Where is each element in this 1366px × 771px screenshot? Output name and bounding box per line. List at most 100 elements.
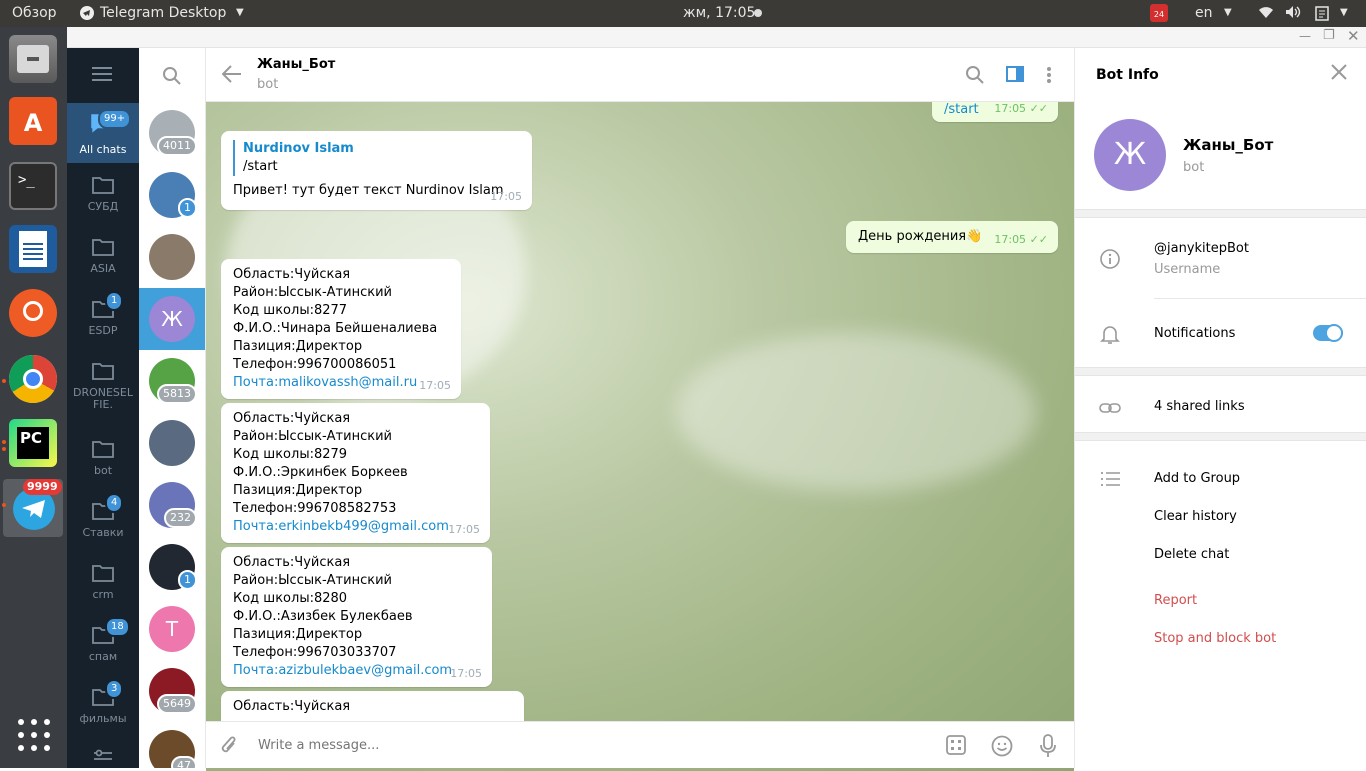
incoming-message[interactable]: Область:Чуйская Район:Ыссык-Атинский Код ш… [221, 403, 490, 543]
chevron-down-icon: ▼ [1340, 7, 1348, 18]
telegram-icon [22, 500, 45, 518]
pycharm-icon[interactable]: PC [9, 419, 57, 467]
chat-avatar[interactable]: T [149, 606, 195, 652]
language-indicator[interactable]: en [1195, 5, 1213, 21]
system-top-bar: Обзор Telegram Desktop ▼ жм, 17:05 24 en… [0, 0, 1366, 27]
emoji-icon[interactable] [991, 735, 1013, 761]
folder-label: спам [88, 650, 118, 663]
shared-links[interactable]: 4 shared links [1154, 399, 1245, 414]
folder-label: All chats [79, 143, 127, 156]
chat-status: bot [257, 77, 279, 92]
divider [1154, 298, 1366, 299]
chrome-icon[interactable] [9, 355, 57, 403]
maximize-icon[interactable]: ❐ [1323, 28, 1335, 43]
folder-item[interactable]: 1 ESDP [67, 287, 139, 349]
terminal-icon[interactable]: >_ [9, 162, 57, 210]
email-link[interactable]: Почта:erkinbekb499@gmail.com [233, 518, 478, 536]
software-center-icon[interactable]: A [9, 97, 57, 145]
reply-quote[interactable]: Nurdinov Islam /start [233, 140, 520, 176]
chat-avatar[interactable]: Ж [149, 296, 195, 342]
attach-icon[interactable] [220, 735, 238, 761]
outgoing-message[interactable]: /start 17:05 ✓✓ [932, 102, 1058, 122]
message-composer [206, 721, 1074, 768]
list-icon [1099, 469, 1121, 491]
bot-commands-icon[interactable] [946, 735, 966, 759]
username-value[interactable]: @janykitepBot [1154, 241, 1249, 256]
folder-item[interactable]: СУБД [67, 163, 139, 225]
message-time: 17:05 ✓✓ [994, 102, 1048, 115]
add-to-group-button[interactable]: Add to Group [1154, 471, 1240, 486]
chat-title[interactable]: Жаны_Бот [257, 57, 335, 72]
telegram-launcher-item[interactable]: 9999 [3, 479, 63, 537]
running-indicator [2, 447, 6, 451]
postman-icon[interactable] [9, 289, 57, 337]
back-arrow-icon[interactable] [221, 65, 242, 87]
volume-icon[interactable] [1285, 5, 1301, 23]
running-indicator [2, 503, 6, 507]
folder-item[interactable]: 3 фильмы [67, 675, 139, 737]
settings-icon[interactable] [67, 737, 139, 768]
close-window-icon[interactable]: ✕ [1347, 27, 1360, 45]
clock[interactable]: жм, 17:05 [683, 5, 755, 21]
message-time: 17:05 [490, 190, 522, 203]
activities-button[interactable]: Обзор [12, 5, 57, 21]
report-button[interactable]: Report [1154, 593, 1197, 608]
outgoing-message[interactable]: День рождения👋 17:05 ✓✓ [846, 221, 1058, 253]
message-text: Привет! тут будет текст Nurdinov Islam [233, 183, 504, 198]
hamburger-menu-icon[interactable] [92, 67, 112, 84]
message-line: Код школы:8279 [233, 447, 348, 462]
message-line: Ф.И.О.:Эркинбек Боркеев [233, 465, 408, 480]
divider [1075, 209, 1366, 218]
clipboard-icon[interactable] [1315, 5, 1329, 25]
notifications-label: Notifications [1154, 326, 1236, 341]
message-input[interactable] [258, 732, 898, 758]
folder-item[interactable]: 4 Ставки [67, 489, 139, 551]
message-line: Район:Ыссык-Атинский [233, 285, 392, 300]
clear-history-button[interactable]: Clear history [1154, 509, 1237, 524]
folder-item[interactable]: crm [67, 551, 139, 613]
email-link[interactable]: Почта:azizbulekbaev@gmail.com [233, 662, 480, 680]
incoming-message[interactable]: Nurdinov Islam /start Привет! тут будет … [221, 131, 532, 210]
message-line: Телефон:996700086051 [233, 357, 397, 372]
message-line: Код школы:8280 [233, 591, 348, 606]
message-time: 17:05 ✓✓ [994, 233, 1048, 246]
folder-item[interactable]: DRONESEL FIE. [67, 349, 139, 411]
reply-text: /start [243, 159, 278, 174]
app-menu[interactable]: Telegram Desktop [100, 5, 226, 21]
app-grid-icon[interactable] [16, 717, 52, 753]
chevron-down-icon: ▼ [236, 7, 244, 18]
chat-area: Жаны_Бот bot /start 17:05 ✓✓ Nurdinov Is… [206, 48, 1074, 771]
wifi-icon[interactable] [1258, 5, 1274, 23]
microphone-icon[interactable] [1040, 734, 1056, 762]
delete-chat-button[interactable]: Delete chat [1154, 547, 1229, 562]
more-vertical-icon[interactable] [1046, 66, 1052, 88]
search-icon[interactable] [966, 66, 984, 88]
email-link[interactable]: Почта:malikovassh@mail.ru [233, 374, 449, 392]
folder-badge: 18 [105, 617, 130, 637]
writer-icon[interactable] [9, 225, 57, 273]
incoming-message[interactable]: Область:Чуйская Район:Ыссык-Атинский Код ш… [221, 547, 492, 687]
message-line: Пазиция:Директор [233, 339, 363, 354]
message-text[interactable]: /start [944, 102, 979, 117]
folder-item[interactable]: bot [67, 427, 139, 489]
chat-avatar[interactable] [149, 234, 195, 280]
unread-badge: 47 [171, 756, 197, 768]
message-line: Область:Чуйская [233, 555, 351, 570]
stop-and-block-button[interactable]: Stop and block bot [1154, 631, 1276, 646]
sidebar-toggle-icon[interactable] [1006, 66, 1024, 86]
folder-all-chats[interactable]: 99+ All chats [67, 103, 139, 163]
incoming-message[interactable]: Область:Чуйская Район:Ыссык-Атинский Код ш… [221, 259, 461, 399]
message-line: Область:Чуйская [233, 411, 351, 426]
folder-item[interactable]: ASIA [67, 225, 139, 287]
chat-avatar[interactable] [149, 420, 195, 466]
avatar[interactable]: Ж [1094, 119, 1166, 191]
folder-label: ASIA [90, 262, 116, 275]
folder-item[interactable]: 18 спам [67, 613, 139, 675]
search-icon[interactable] [163, 67, 181, 89]
notifications-toggle[interactable] [1313, 324, 1343, 342]
minimize-icon[interactable]: — [1299, 29, 1311, 43]
close-icon[interactable] [1331, 64, 1347, 84]
folders-sidebar: 99+ All chats СУБД ASIA 1 ESDP DRONESEL FIE.… [67, 48, 139, 768]
calendar-indicator-icon[interactable]: 24 [1150, 4, 1168, 22]
files-icon[interactable] [9, 35, 57, 83]
